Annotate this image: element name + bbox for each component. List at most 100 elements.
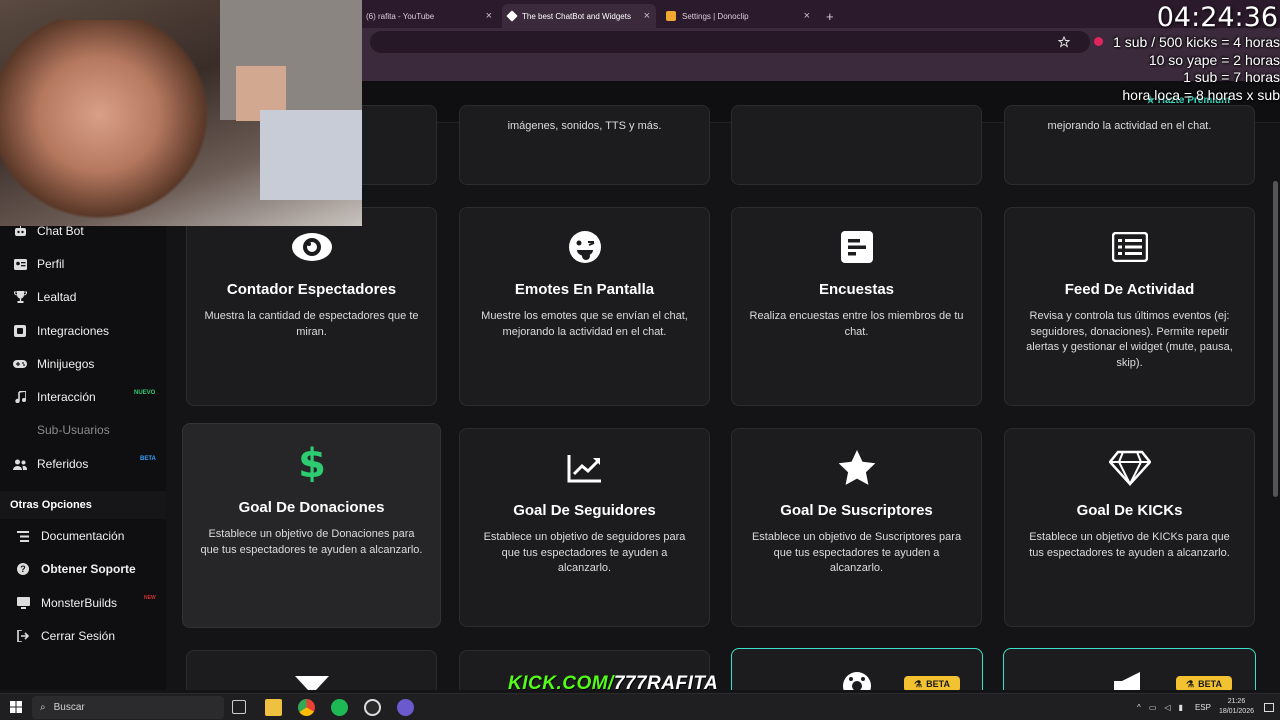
- sidebar-item-minijuegos[interactable]: Minijuegos: [0, 349, 166, 379]
- chrome-icon[interactable]: [298, 699, 315, 716]
- volume-icon[interactable]: ◁: [1164, 703, 1170, 712]
- search-icon: ⌕: [40, 702, 46, 713]
- task-view-icon[interactable]: [232, 700, 246, 714]
- system-tray: ^ ▭ ◁ ▮ ESP 21:26 18/01/2026: [1137, 697, 1274, 717]
- goal-line: hora loca = 8 horas x sub: [1122, 86, 1280, 103]
- sidebar-item-soporte[interactable]: ? Obtener Soporte: [0, 554, 166, 584]
- sidebar-item-label: Cerrar Sesión: [41, 629, 116, 643]
- widget-card[interactable]: mejorando la actividad en el chat.: [1004, 105, 1255, 185]
- card-title: Goal De KICKs: [1076, 502, 1183, 519]
- taskbar-search[interactable]: ⌕ Buscar: [32, 696, 224, 719]
- card-goal-donaciones[interactable]: $ Goal De Donaciones Establece un objeti…: [182, 423, 441, 628]
- sidebar-item-label: Sub-Usuarios: [37, 423, 110, 437]
- section-title: Otras Opciones: [0, 491, 166, 519]
- obs-icon[interactable]: [364, 699, 381, 716]
- beta-badge: ⚗ BETA: [1176, 676, 1232, 690]
- card-description: Establece un objetivo de Donaciones para…: [200, 528, 423, 556]
- card-description: Muestre los emotes que se envían el chat…: [481, 310, 688, 338]
- card-encuestas[interactable]: Encuestas Realiza encuestas entre los mi…: [731, 207, 982, 406]
- app-icon[interactable]: [397, 699, 414, 716]
- logout-icon: [16, 629, 30, 643]
- tab-title: Settings | Donoclip: [682, 11, 749, 21]
- sidebar-item-integraciones[interactable]: Integraciones: [0, 316, 166, 346]
- chart-line-icon: [460, 451, 709, 485]
- taskbar-date: 18/01/2026: [1218, 708, 1254, 715]
- widget-card[interactable]: [186, 650, 437, 690]
- notification-icon[interactable]: [1264, 702, 1274, 712]
- card-description: Establece un objetivo de Suscriptores pa…: [751, 531, 962, 574]
- poll-icon: [732, 230, 981, 264]
- eye-icon: [187, 230, 436, 264]
- star-icon: [732, 450, 981, 485]
- svg-text:$: $: [300, 444, 324, 482]
- sidebar-item-label: Interacción: [37, 390, 96, 404]
- bookmark-star-icon[interactable]: [1058, 36, 1070, 48]
- sidebar-item-label: Lealtad: [37, 290, 77, 304]
- card-title: Encuestas: [818, 281, 895, 298]
- new-badge: NUEVO: [134, 390, 156, 396]
- robot-icon: [13, 224, 27, 238]
- sidebar-item-cerrar-sesion[interactable]: Cerrar Sesión: [0, 621, 166, 651]
- monitor-icon: [16, 596, 30, 610]
- spotify-icon[interactable]: [331, 699, 348, 716]
- trophy-icon: [13, 290, 27, 304]
- card-description: Revisa y controla tus últimos eventos (e…: [1026, 310, 1233, 369]
- card-goal-suscriptores[interactable]: Goal De Suscriptores Establece un objeti…: [731, 428, 982, 627]
- sidebar-item-documentacion[interactable]: Documentación: [0, 521, 166, 551]
- list-icon: [1005, 230, 1254, 264]
- widget-card[interactable]: ⚗ BETA: [731, 648, 983, 690]
- url-input[interactable]: [370, 31, 1090, 53]
- taskbar-clock[interactable]: 21:26 18/01/2026: [1219, 697, 1254, 717]
- dollar-icon: $: [183, 444, 440, 482]
- sidebar-item-lealtad[interactable]: Lealtad: [0, 282, 166, 312]
- goal-line: 1 sub / 500 kicks = 4 horas: [1113, 34, 1280, 50]
- language-indicator[interactable]: ESP: [1195, 703, 1211, 712]
- file-explorer-icon[interactable]: [265, 699, 282, 716]
- tab-youtube[interactable]: (6) rafita - YouTube ×: [360, 4, 498, 28]
- new-tab-button[interactable]: +: [820, 4, 840, 28]
- card-title: Feed De Actividad: [1064, 281, 1195, 298]
- goal-line: 10 so yape = 2 horas: [1148, 51, 1280, 68]
- widget-card[interactable]: [731, 105, 982, 185]
- scrollbar-thumb[interactable]: [1273, 181, 1278, 497]
- kick-watermark: KICK.COM/777RAFITA: [508, 673, 718, 695]
- card-goal-seguidores[interactable]: Goal De Seguidores Establece un objetivo…: [459, 428, 710, 627]
- card-goal-kicks[interactable]: Goal De KICKs Establece un objetivo de K…: [1004, 428, 1255, 627]
- card-description: Establece un objetivo de seguidores para…: [483, 531, 686, 574]
- microphone-icon[interactable]: ▮: [1179, 703, 1183, 712]
- tab-chatbot[interactable]: The best ChatBot and Widgets ×: [502, 4, 656, 28]
- card-description: Muestra la cantidad de espectadores que …: [204, 310, 419, 338]
- close-icon[interactable]: ×: [486, 10, 492, 22]
- beta-badge: ⚗ BETA: [904, 676, 960, 690]
- card-title: Goal De Seguidores: [513, 502, 656, 519]
- sidebar-item-referidos[interactable]: Referidos: [0, 449, 166, 479]
- network-icon[interactable]: ▭: [1149, 703, 1157, 712]
- tab-title: The best ChatBot and Widgets: [522, 11, 631, 21]
- tab-donoclip[interactable]: Settings | Donoclip ×: [660, 4, 816, 28]
- widget-card[interactable]: ⚗ BETA: [1003, 648, 1256, 690]
- widget-card[interactable]: imágenes, sonidos, TTS y más.: [459, 105, 710, 185]
- taskbar-time: 21:26: [1227, 698, 1246, 705]
- close-icon[interactable]: ×: [644, 10, 650, 22]
- card-contador-espectadores[interactable]: Contador Espectadores Muestra la cantida…: [186, 207, 437, 406]
- sidebar-item-monsterbuilds[interactable]: MonsterBuilds: [0, 588, 166, 618]
- taskbar: ⌕ Buscar ^ ▭ ◁ ▮ ESP 21:26 18/01/2026: [0, 693, 1280, 720]
- pillow-image: [260, 110, 362, 200]
- sidebar-item-label: Perfil: [37, 257, 65, 271]
- streamer-face: [0, 20, 220, 226]
- chevron-up-icon[interactable]: ^: [1137, 703, 1141, 712]
- sidebar-item-sub-usuarios[interactable]: Sub-Usuarios: [0, 415, 166, 445]
- card-title: Goal De Suscriptores: [780, 502, 933, 519]
- sidebar-item-perfil[interactable]: Perfil: [0, 249, 166, 279]
- id-card-icon: [13, 257, 27, 271]
- windows-start-icon[interactable]: [10, 701, 22, 713]
- sidebar-item-interaccion[interactable]: Interacción: [0, 382, 166, 412]
- card-emotes-en-pantalla[interactable]: Emotes En Pantalla Muestre los emotes qu…: [459, 207, 710, 406]
- sidebar-item-label: Documentación: [41, 529, 125, 543]
- search-label: Buscar: [53, 702, 85, 713]
- help-icon: ?: [16, 562, 30, 576]
- card-feed-de-actividad[interactable]: Feed De Actividad Revisa y controla tus …: [1004, 207, 1255, 406]
- extension-icon[interactable]: [1094, 37, 1103, 46]
- sidebar-item-label: Integraciones: [37, 324, 110, 338]
- close-icon[interactable]: ×: [804, 10, 810, 22]
